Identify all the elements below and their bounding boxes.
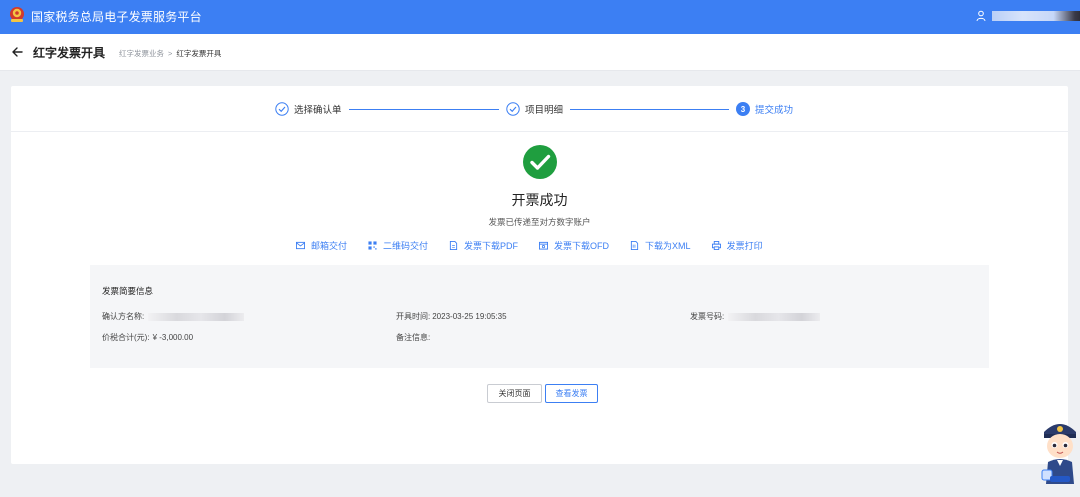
issue-time-label: 开具时间: (396, 312, 431, 321)
buyer-name-label: 确认方名称: (102, 312, 145, 321)
breadcrumb-item-current: 红字发票开具 (176, 49, 222, 58)
success-title: 开票成功 (511, 192, 568, 208)
pdf-icon (449, 240, 458, 250)
step-label: 项目明细 (525, 105, 564, 116)
total-amount-field: 价税合计(元): ¥ -3,000.00 (102, 332, 193, 343)
action-label: 发票下载PDF (464, 240, 519, 251)
step-connector (570, 109, 729, 110)
download-xml-button[interactable]: 下载为XML (630, 239, 691, 252)
step-label: 提交成功 (755, 105, 794, 116)
close-page-button[interactable]: 关闭页面 (487, 384, 542, 403)
tax-emblem-icon (10, 7, 24, 22)
download-pdf-button[interactable]: 发票下载PDF (449, 239, 518, 252)
action-label: 发票打印 (726, 240, 763, 251)
qrcode-delivery-button[interactable]: 二维码交付 (368, 239, 428, 252)
check-circle-icon (506, 102, 520, 116)
invoice-number-label: 发票号码: (690, 312, 725, 321)
check-circle-icon (275, 102, 289, 116)
view-invoice-button[interactable]: 查看发票 (545, 384, 598, 403)
mail-icon (296, 241, 305, 249)
page-header: 红字发票开具 红字发票业务 > 红字发票开具 (0, 34, 1080, 71)
user-name-redacted (992, 11, 1080, 21)
top-bar: 国家税务总局电子发票服务平台 (0, 0, 1080, 34)
site-title: 国家税务总局电子发票服务平台 (31, 10, 202, 24)
step-submit-success: 3 提交成功 (736, 101, 793, 117)
buyer-name-redacted (148, 312, 245, 321)
breadcrumb-separator: > (168, 49, 173, 58)
remark-field: 备注信息: (396, 332, 430, 343)
total-amount-label: 价税合计(元): (102, 333, 150, 342)
step-indicator: 选择确认单 项目明细 3 提交成功 (11, 86, 1068, 132)
step-number: 3 (736, 102, 750, 116)
step-select-confirmation: 选择确认单 (275, 101, 342, 117)
issue-time-value: 2023-03-25 19:05:35 (432, 312, 507, 321)
breadcrumb-item-red-invoice-business[interactable]: 红字发票业务 (119, 48, 164, 59)
page-title: 红字发票开具 (33, 46, 106, 60)
step-connector (349, 109, 499, 110)
action-label: 邮箱交付 (311, 240, 348, 251)
download-ofd-button[interactable]: 发票下载OFD (539, 239, 609, 252)
total-amount-value: ¥ -3,000.00 (152, 333, 194, 342)
invoice-number-field: 发票号码: (690, 311, 821, 322)
invoice-summary-panel: 发票简要信息 确认方名称: 开具时间: 2023-03-25 19:05:35 … (90, 265, 989, 368)
success-check-icon (523, 145, 557, 179)
email-delivery-button[interactable]: 邮箱交付 (296, 239, 347, 252)
buyer-name-field: 确认方名称: (102, 311, 245, 322)
delivery-actions: 邮箱交付 二维码交付 发票下载PDF 发票下载OFD 下载为XML 发票打印 (296, 238, 784, 252)
user-menu[interactable] (976, 9, 1080, 23)
action-label: 二维码交付 (383, 240, 429, 251)
success-subtitle: 发票已传递至对方数字账户 (488, 217, 591, 227)
remark-label: 备注信息: (396, 333, 431, 342)
print-invoice-button[interactable]: 发票打印 (711, 239, 763, 252)
result-card: 选择确认单 项目明细 3 提交成功 开票成功 发票已传递至对方数字账户 邮箱交付… (11, 86, 1068, 464)
step-item-details: 项目明细 (506, 101, 563, 117)
summary-title: 发票简要信息 (102, 286, 154, 296)
action-label: 下载为XML (645, 240, 691, 251)
user-icon (976, 10, 986, 22)
ofd-icon (539, 241, 549, 250)
breadcrumb: 红字发票业务 > 红字发票开具 (119, 48, 221, 59)
action-label: 发票下载OFD (554, 240, 610, 251)
invoice-number-redacted (728, 312, 821, 321)
issue-time-field: 开具时间: 2023-03-25 19:05:35 (396, 311, 507, 322)
assistant-mascot-icon[interactable] (1040, 414, 1080, 484)
back-arrow-icon[interactable] (11, 46, 23, 58)
step-label: 选择确认单 (294, 105, 342, 116)
qrcode-icon (368, 240, 377, 250)
printer-icon (711, 240, 721, 250)
xml-icon (630, 240, 639, 250)
